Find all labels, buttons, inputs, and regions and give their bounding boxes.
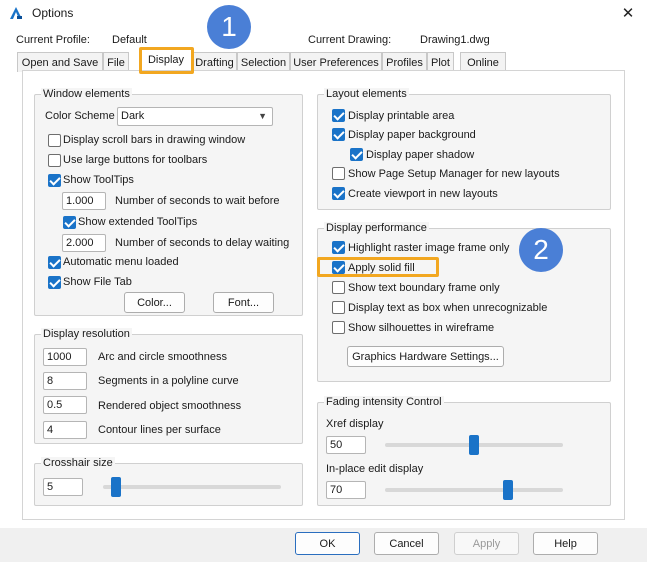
seconds-delay-field[interactable]: 2.000 (62, 234, 106, 252)
page-setup-checkbox[interactable] (332, 167, 345, 180)
tab-selection[interactable]: Selection (237, 52, 290, 72)
tab-file[interactable]: File (103, 52, 129, 72)
inplace-edit-label: In-place edit display (326, 463, 424, 475)
tab-plot[interactable]: Plot (427, 52, 454, 72)
crosshair-size-field[interactable]: 5 (43, 478, 83, 496)
highlight-raster-checkbox[interactable] (332, 241, 345, 254)
large-buttons-label: Use large buttons for toolbars (63, 154, 208, 166)
seconds-delay-label: Number of seconds to delay waiting (115, 237, 290, 249)
current-profile-label: Current Profile: (16, 34, 90, 46)
close-button[interactable]: ✕ (609, 0, 647, 26)
color-button[interactable]: Color... (124, 292, 185, 313)
seconds-wait-field[interactable]: 1.000 (62, 192, 106, 210)
inplace-slider-track[interactable] (385, 488, 563, 492)
callout-badge-2: 2 (519, 228, 563, 272)
scroll-bars-label: Display scroll bars in drawing window (63, 134, 246, 146)
paper-background-label: Display paper background (348, 129, 476, 141)
app-logo-icon (10, 7, 22, 19)
show-tooltips-label: Show ToolTips (63, 174, 134, 186)
show-tooltips-checkbox[interactable] (48, 174, 61, 187)
tab-drafting[interactable]: Drafting (192, 52, 237, 72)
current-drawing-value: Drawing1.dwg (420, 34, 490, 46)
rendered-smoothness-field[interactable]: 0.5 (43, 396, 87, 414)
paper-shadow-checkbox[interactable] (350, 148, 363, 161)
callout-badge-1: 1 (207, 5, 251, 49)
display-resolution-title: Display resolution (41, 328, 132, 340)
silhouettes-label: Show silhouettes in wireframe (348, 322, 495, 334)
page-setup-label: Show Page Setup Manager for new layouts (348, 168, 560, 180)
solid-fill-highlight (317, 257, 439, 277)
contour-lines-label: Contour lines per surface (98, 424, 221, 436)
text-boundary-label: Show text boundary frame only (348, 282, 500, 294)
layout-elements-title: Layout elements (324, 88, 409, 100)
extended-tooltips-checkbox[interactable] (63, 216, 76, 229)
inplace-edit-field[interactable]: 70 (326, 481, 366, 499)
current-profile-value: Default (112, 34, 147, 46)
color-scheme-select[interactable]: Dark ▼ (117, 107, 273, 126)
crosshair-size-title: Crosshair size (41, 457, 115, 469)
arc-smoothness-field[interactable]: 1000 (43, 348, 87, 366)
tab-user-preferences[interactable]: User Preferences (290, 52, 382, 72)
display-performance-title: Display performance (324, 222, 429, 234)
seconds-wait-label: Number of seconds to wait before (115, 195, 280, 207)
printable-area-label: Display printable area (348, 110, 455, 122)
font-button[interactable]: Font... (213, 292, 274, 313)
highlight-raster-label: Highlight raster image frame only (348, 242, 510, 254)
window-elements-title: Window elements (41, 88, 132, 100)
auto-menu-checkbox[interactable] (48, 256, 61, 269)
graphics-hardware-button[interactable]: Graphics Hardware Settings... (347, 346, 504, 367)
file-tab-checkbox[interactable] (48, 276, 61, 289)
xref-slider-thumb[interactable] (469, 435, 479, 455)
crosshair-slider-track[interactable] (103, 485, 281, 489)
tab-open-and-save[interactable]: Open and Save (17, 52, 103, 72)
close-icon: ✕ (621, 5, 635, 22)
xref-display-field[interactable]: 50 (326, 436, 366, 454)
color-scheme-value: Dark (121, 110, 145, 122)
extended-tooltips-label: Show extended ToolTips (78, 216, 198, 228)
contour-lines-field[interactable]: 4 (43, 421, 87, 439)
create-viewport-checkbox[interactable] (332, 187, 345, 200)
ok-button[interactable]: OK (295, 532, 360, 555)
help-button[interactable]: Help (533, 532, 598, 555)
chevron-down-icon: ▼ (258, 111, 267, 121)
display-tab-highlight (139, 47, 194, 74)
tab-profiles[interactable]: Profiles (382, 52, 427, 72)
xref-display-label: Xref display (326, 418, 384, 430)
auto-menu-label: Automatic menu loaded (63, 256, 179, 268)
text-as-box-label: Display text as box when unrecognizable (348, 302, 548, 314)
text-as-box-checkbox[interactable] (332, 301, 345, 314)
apply-button[interactable]: Apply (454, 532, 519, 555)
printable-area-checkbox[interactable] (332, 109, 345, 122)
polyline-segments-label: Segments in a polyline curve (98, 375, 239, 387)
window-title: Options (32, 6, 74, 20)
paper-background-checkbox[interactable] (332, 128, 345, 141)
large-buttons-checkbox[interactable] (48, 154, 61, 167)
current-drawing-label: Current Drawing: (308, 34, 392, 46)
silhouettes-checkbox[interactable] (332, 321, 345, 334)
text-boundary-checkbox[interactable] (332, 281, 345, 294)
polyline-segments-field[interactable]: 8 (43, 372, 87, 390)
cancel-button[interactable]: Cancel (374, 532, 439, 555)
title-bar: Options ✕ (0, 0, 647, 26)
arc-smoothness-label: Arc and circle smoothness (98, 351, 227, 363)
color-scheme-label: Color Scheme (45, 110, 115, 122)
fading-intensity-title: Fading intensity Control (324, 396, 444, 408)
tab-online[interactable]: Online (460, 52, 506, 72)
paper-shadow-label: Display paper shadow (366, 149, 475, 161)
scroll-bars-checkbox[interactable] (48, 134, 61, 147)
rendered-smoothness-label: Rendered object smoothness (98, 400, 242, 412)
inplace-slider-thumb[interactable] (502, 480, 513, 500)
crosshair-slider-thumb[interactable] (111, 477, 122, 497)
file-tab-label: Show File Tab (63, 276, 132, 288)
create-viewport-label: Create viewport in new layouts (348, 188, 498, 200)
